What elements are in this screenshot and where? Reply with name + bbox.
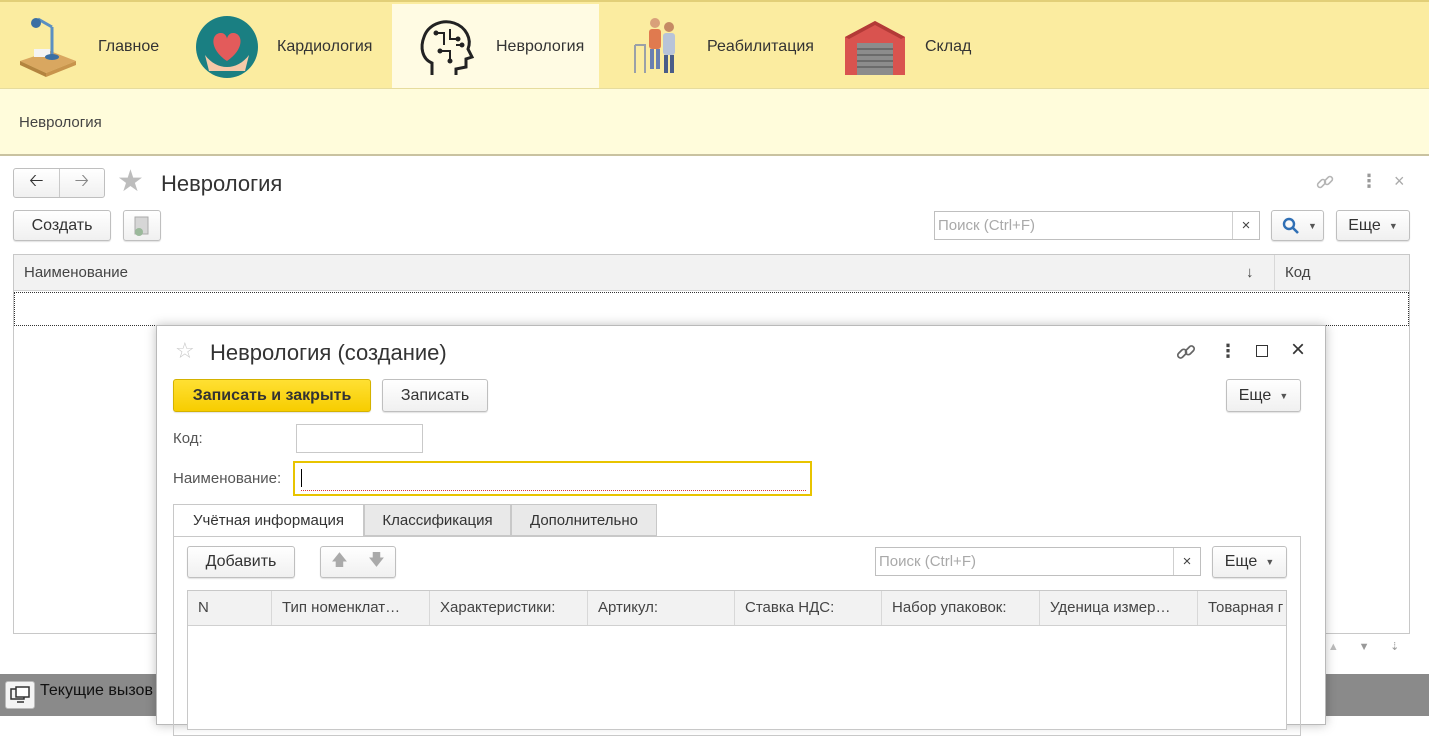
more-actions-icon[interactable]: ⋮ [1219, 339, 1237, 363]
section-rehabilitation[interactable]: Реабилитация [599, 4, 825, 90]
tab-search-input[interactable]: Поиск (Ctrl+F) × [875, 547, 1201, 576]
table-row[interactable] [14, 292, 1409, 326]
dialog-more-button[interactable]: Еще ▼ [1226, 379, 1301, 412]
heart-hands-icon [195, 15, 259, 79]
more-actions-icon[interactable]: ⋮ [1360, 170, 1378, 192]
scroll-end-icon[interactable]: ⇣ [1379, 634, 1410, 660]
dialog-title: Неврология (создание) [210, 340, 447, 365]
search-placeholder: Поиск (Ctrl+F) [879, 553, 976, 570]
save-button[interactable]: Записать [382, 379, 488, 412]
brain-head-icon [414, 15, 478, 79]
dropdown-icon: ▼ [1279, 390, 1289, 401]
column-header-characteristics[interactable]: Характеристики: [440, 599, 555, 616]
search-icon [1282, 217, 1299, 234]
name-field[interactable] [293, 461, 812, 496]
arrow-right-icon: 🡢 [74, 170, 90, 190]
tab-accounting-info[interactable]: Учётная информация [173, 504, 364, 537]
breadcrumb[interactable]: Неврология [19, 114, 102, 131]
copy-doc-icon [134, 216, 149, 236]
search-options-button[interactable]: ▼ [1271, 210, 1324, 241]
link-icon[interactable] [1175, 341, 1197, 366]
dropdown-icon: ▼ [1308, 220, 1317, 231]
favorite-star-icon[interactable]: ★ [117, 167, 144, 197]
clear-search-button[interactable]: × [1173, 548, 1200, 575]
section-main[interactable]: Главное [0, 4, 175, 90]
column-header-article[interactable]: Артикул: [598, 599, 658, 616]
column-header-code[interactable]: Код [1285, 264, 1311, 281]
text-cursor [301, 469, 302, 487]
dropdown-icon: ▼ [1265, 557, 1275, 567]
column-header-n[interactable]: N [198, 599, 209, 616]
column-header-product-group[interactable]: Товарная г [1208, 599, 1283, 616]
section-label: Склад [925, 38, 972, 55]
sections-panel: Главное Кардиология Неврология Реабилита… [0, 0, 1429, 90]
section-subheader: Неврология [0, 88, 1429, 156]
monitor-icon [10, 686, 30, 703]
required-underline [301, 490, 806, 491]
table-header: N Тип номенклат… Характеристики: Артикул… [188, 591, 1286, 626]
clear-search-button[interactable]: × [1232, 212, 1259, 239]
current-calls-button[interactable] [5, 681, 35, 709]
page-title: Неврология [161, 171, 283, 196]
dropdown-icon: ▼ [1388, 220, 1398, 231]
section-label: Главное [98, 38, 160, 55]
table-scroll-controls: ▲ ▼ ⇣ [1318, 634, 1410, 660]
history-nav: 🡠 🡢 [13, 168, 105, 198]
sort-desc-icon: ↓ [1246, 264, 1254, 281]
code-field[interactable] [296, 424, 423, 453]
move-up-icon[interactable]: 🡅 [331, 549, 347, 576]
more-label: Еще [1348, 216, 1381, 234]
arrow-left-icon: 🡠 [28, 170, 44, 190]
name-label: Наименование: [173, 470, 282, 487]
tab-more-button[interactable]: Еще ▼ [1212, 546, 1287, 578]
section-warehouse[interactable]: Склад [825, 4, 1005, 90]
close-icon[interactable]: × [1291, 338, 1305, 362]
column-header-name[interactable]: Наименование [24, 264, 128, 281]
rehab-walker-icon [625, 15, 689, 79]
table-header: Наименование ↓ Код [14, 255, 1409, 291]
create-button[interactable]: Создать [13, 210, 111, 241]
save-and-close-button[interactable]: Записать и закрыть [173, 379, 371, 412]
tab-additional[interactable]: Дополнительно [511, 504, 657, 536]
list-search-input[interactable]: Поиск (Ctrl+F) × [934, 211, 1260, 240]
more-label: Еще [1238, 386, 1272, 404]
list-more-button[interactable]: Еще ▼ [1336, 210, 1410, 241]
section-label: Кардиология [277, 38, 373, 55]
warehouse-icon [843, 15, 907, 79]
move-buttons: 🡅 🡇 [320, 546, 396, 578]
back-button[interactable]: 🡠 [14, 169, 60, 197]
column-header-packages[interactable]: Набор упаковок: [892, 599, 1007, 616]
link-icon[interactable] [1315, 172, 1335, 195]
create-dialog: ☆ Неврология (создание) ⋮ × Записать и з… [156, 325, 1326, 736]
move-down-icon[interactable]: 🡇 [368, 549, 384, 576]
scroll-down-icon[interactable]: ▼ [1349, 634, 1380, 660]
tab-classification[interactable]: Классификация [364, 504, 511, 536]
desk-icon [16, 15, 80, 79]
tab-content: Добавить 🡅 🡇 Поиск (Ctrl+F) × Еще ▼ N Ти… [173, 536, 1301, 736]
close-icon[interactable]: × [1394, 170, 1405, 192]
column-header-unit[interactable]: Уденица измер… [1050, 599, 1170, 616]
section-neurology[interactable]: Неврология [392, 4, 599, 90]
forward-button[interactable]: 🡢 [60, 169, 105, 197]
favorite-star-icon[interactable]: ☆ [175, 339, 195, 363]
section-label: Неврология [496, 38, 585, 55]
goods-table[interactable]: N Тип номенклат… Характеристики: Артикул… [187, 590, 1287, 730]
add-row-button[interactable]: Добавить [187, 546, 295, 578]
column-header-type[interactable]: Тип номенклат… [282, 599, 400, 616]
current-calls-label: Текущие вызов [40, 682, 153, 699]
section-label: Реабилитация [707, 38, 814, 55]
copy-button[interactable] [123, 210, 161, 241]
section-cardiology[interactable]: Кардиология [175, 4, 392, 90]
maximize-icon[interactable] [1256, 345, 1268, 357]
code-label: Код: [173, 430, 203, 447]
more-label: Еще [1224, 553, 1258, 570]
search-placeholder: Поиск (Ctrl+F) [938, 217, 1035, 234]
column-header-vat[interactable]: Ставка НДС: [745, 599, 834, 616]
